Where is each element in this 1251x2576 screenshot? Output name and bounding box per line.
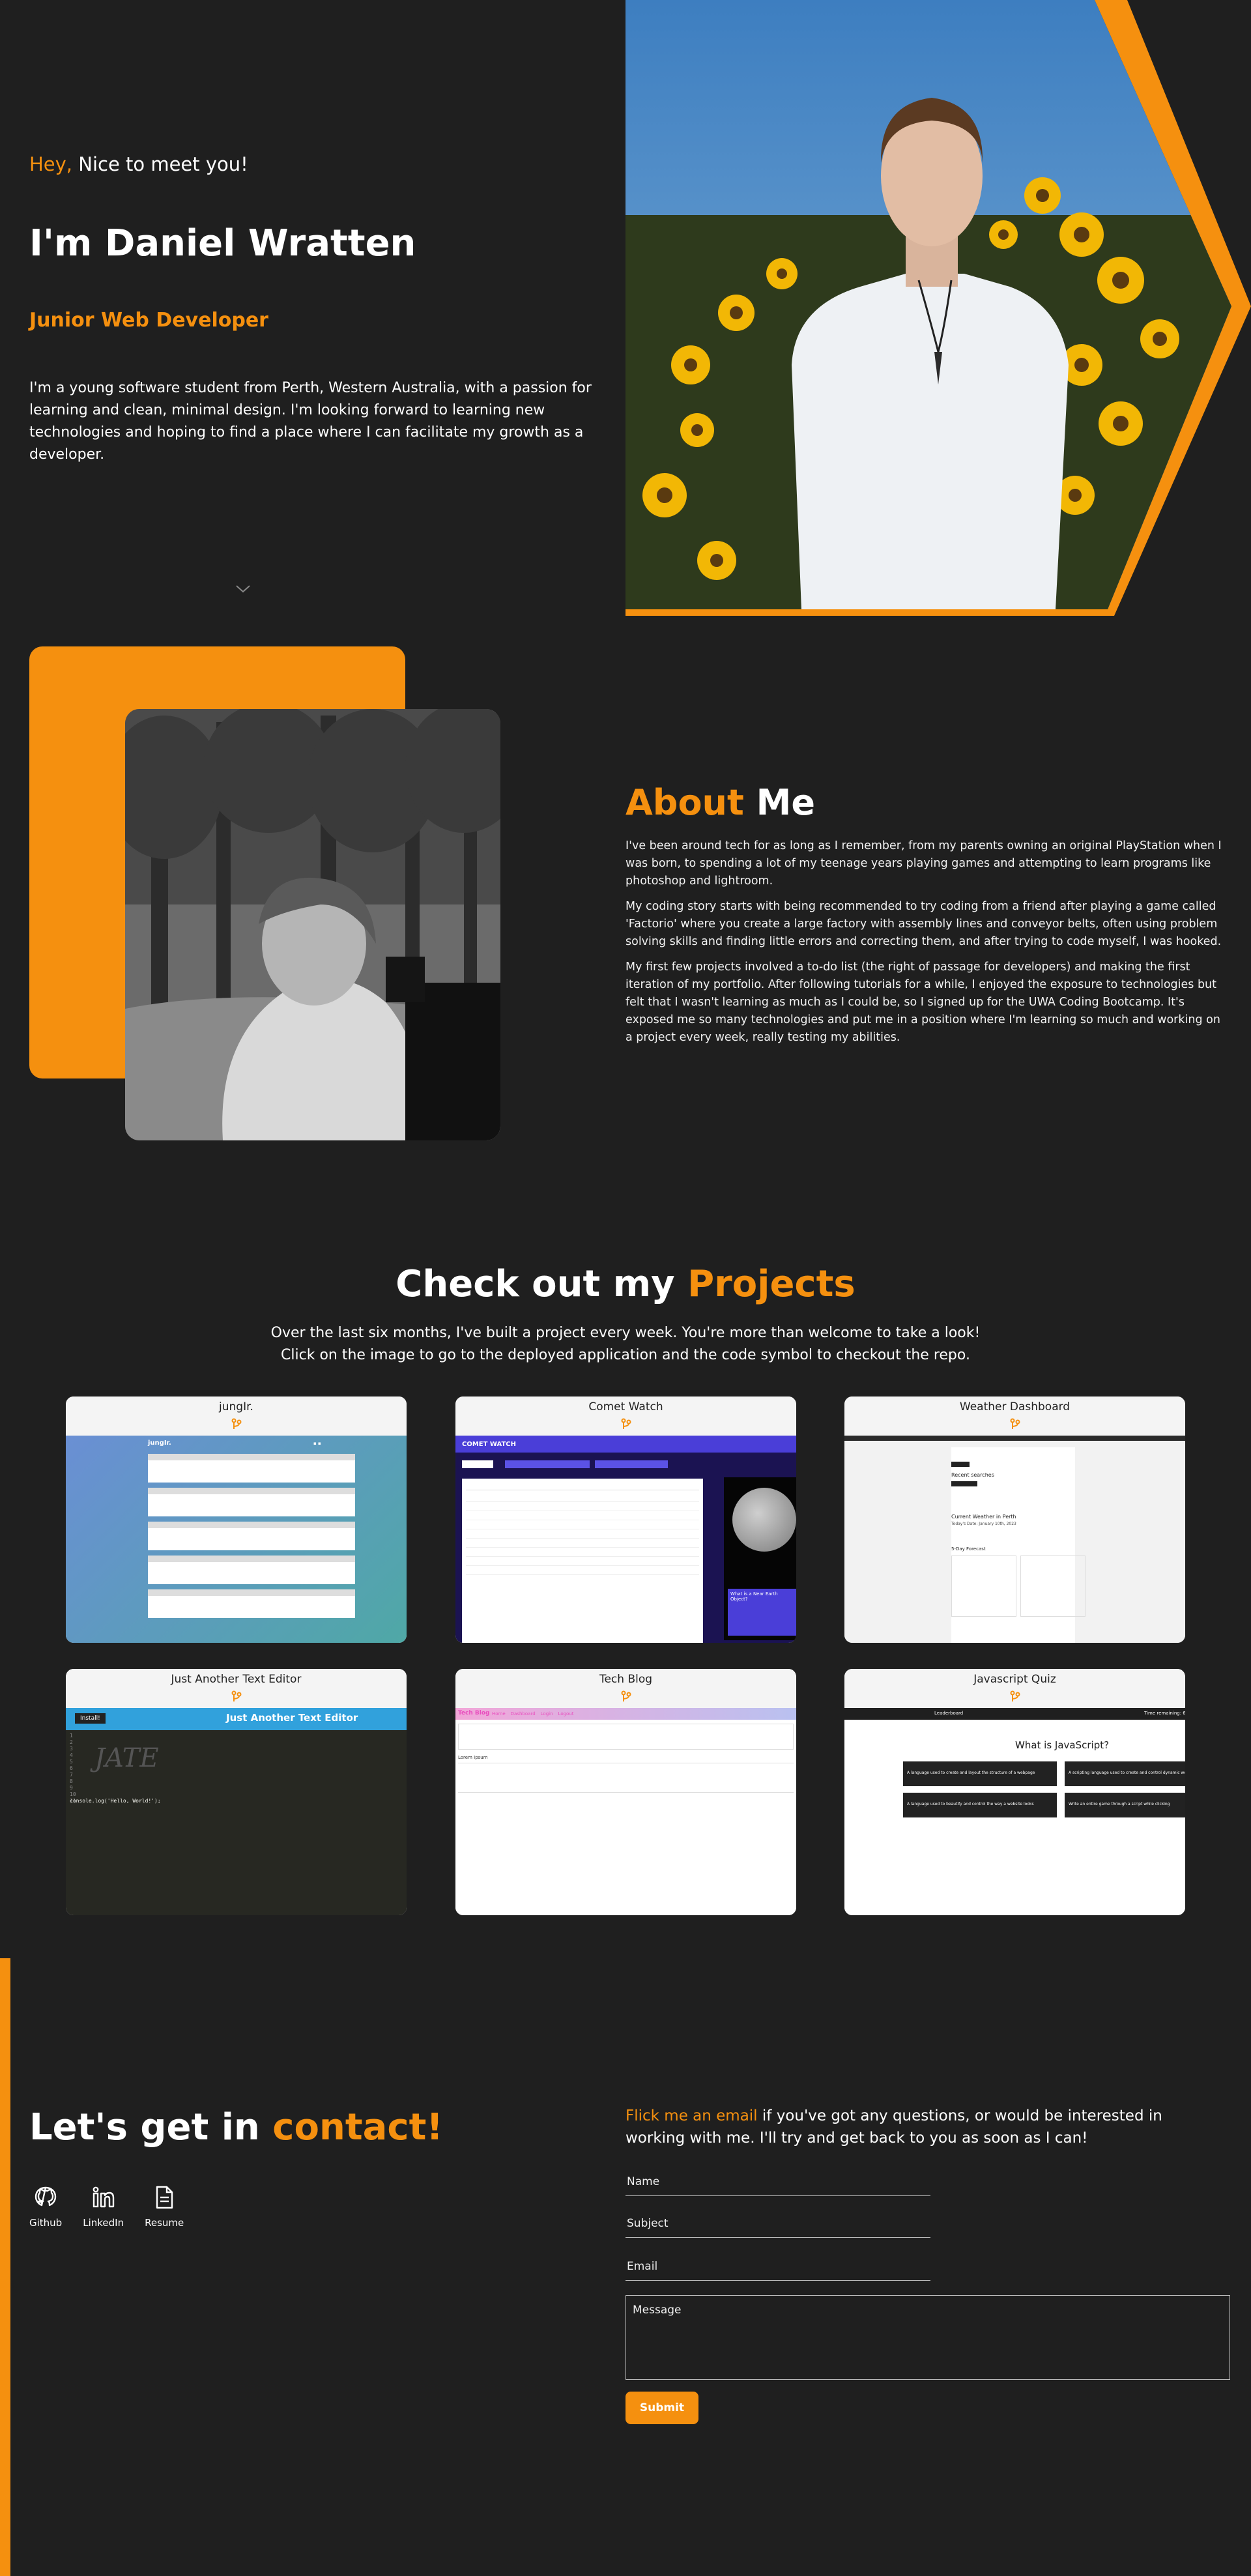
card-header: Tech Blog bbox=[455, 1669, 796, 1708]
about-photo bbox=[125, 709, 500, 1140]
about-paragraph: My first few projects involved a to-do l… bbox=[626, 961, 1220, 1044]
github-link[interactable]: Github bbox=[29, 2184, 62, 2229]
contact-title-rest: Let's get in bbox=[29, 2106, 273, 2149]
linkedin-label: LinkedIn bbox=[83, 2217, 124, 2229]
editor-title: Just Another Text Editor bbox=[226, 1712, 358, 1724]
nav-dashboard: Dashboard bbox=[510, 1711, 536, 1716]
app-brand: Tech Blog bbox=[458, 1710, 490, 1716]
hero-text: Hey, Nice to meet you! I'm Daniel Wratte… bbox=[29, 153, 603, 466]
email-field[interactable]: Email bbox=[626, 2255, 930, 2281]
card-header: Just Another Text Editor bbox=[66, 1669, 407, 1708]
project-card-jungir[interactable]: jungIr. jungIr. ▪ ▪ bbox=[66, 1397, 407, 1643]
card-title: Comet Watch bbox=[588, 1400, 663, 1413]
code-icon[interactable] bbox=[230, 1417, 243, 1430]
chevron-down-icon[interactable] bbox=[235, 584, 252, 594]
code-icon[interactable] bbox=[620, 1690, 633, 1703]
card-header: Weather Dashboard bbox=[844, 1397, 1185, 1436]
projects-title: Check out my Projects bbox=[0, 1263, 1251, 1305]
hero-portrait bbox=[626, 0, 1251, 616]
quiz-timer: Time remaining: 60 bbox=[1144, 1711, 1185, 1716]
name-field[interactable]: Name bbox=[626, 2170, 930, 2196]
hero-role: Junior Web Developer bbox=[29, 309, 268, 332]
quiz-answer: A language used to create and layout the… bbox=[903, 1761, 1057, 1786]
nav-login: Login bbox=[540, 1711, 553, 1716]
app-logo: jungIr. bbox=[148, 1440, 171, 1447]
forecast-label: 5-Day Forecast bbox=[951, 1546, 986, 1552]
resume-link[interactable]: Resume bbox=[145, 2184, 184, 2229]
about-text: About Me I've been around tech for as lo… bbox=[626, 782, 1228, 1054]
contact-title: Let's get in contact! bbox=[29, 2106, 443, 2149]
install-button[interactable]: Install! bbox=[75, 1713, 106, 1724]
github-label: Github bbox=[29, 2217, 63, 2229]
info-box-title: What is a Near Earth Object? bbox=[728, 1589, 796, 1636]
recent-searches-label: Recent searches bbox=[951, 1472, 994, 1478]
greeting: Hey, Nice to meet you! bbox=[29, 153, 603, 175]
about-paragraph: My coding story starts with being recomm… bbox=[626, 900, 1222, 948]
card-title: Just Another Text Editor bbox=[171, 1673, 302, 1686]
project-screenshot[interactable]: Leaderboard Time remaining: 60 What is J… bbox=[844, 1708, 1185, 1915]
email-link[interactable]: Flick me an email bbox=[626, 2107, 758, 2124]
project-screenshot[interactable]: Tech Blog Home Dashboard Login Logout Lo… bbox=[455, 1708, 796, 1915]
quiz-answer: Write an entire game through a script wh… bbox=[1065, 1793, 1185, 1817]
date-label: Today's Date: January 10th, 2023 bbox=[951, 1522, 1016, 1526]
social-links: Github LinkedIn Resume bbox=[29, 2184, 184, 2229]
project-card-tech-blog[interactable]: Tech Blog Tech Blog Home Dashboard Login… bbox=[455, 1669, 796, 1915]
card-title: Javascript Quiz bbox=[973, 1673, 1056, 1686]
linkedin-icon bbox=[93, 2186, 114, 2208]
document-icon bbox=[156, 2186, 173, 2209]
subject-field[interactable]: Subject bbox=[626, 2212, 930, 2238]
submit-button[interactable]: Submit bbox=[626, 2392, 698, 2424]
project-screenshot[interactable]: COMET WATCH What is a Near Earth Object? bbox=[455, 1436, 796, 1643]
contact-accent-bar bbox=[0, 1958, 10, 2576]
project-screenshot[interactable]: jungIr. ▪ ▪ bbox=[66, 1436, 407, 1643]
card-title: Weather Dashboard bbox=[959, 1400, 1071, 1413]
about-title-rest: Me bbox=[743, 782, 815, 823]
about-paragraph: I've been around tech for as long as I r… bbox=[626, 839, 1222, 888]
project-card-comet-watch[interactable]: Comet Watch COMET WATCH What is a Near E… bbox=[455, 1397, 796, 1643]
code-icon[interactable] bbox=[230, 1690, 243, 1703]
code-icon[interactable] bbox=[620, 1417, 633, 1430]
project-card-text-editor[interactable]: Just Another Text Editor Install! Just A… bbox=[66, 1669, 407, 1915]
message-field[interactable]: Message bbox=[626, 2295, 1230, 2380]
card-title: Tech Blog bbox=[599, 1673, 653, 1686]
quiz-question: What is JavaScript? bbox=[1015, 1739, 1110, 1751]
card-title: jungIr. bbox=[219, 1400, 253, 1413]
github-icon bbox=[35, 2186, 57, 2207]
app-brand: COMET WATCH bbox=[462, 1441, 516, 1448]
projects-header: Check out my Projects Over the last six … bbox=[0, 1263, 1251, 1367]
about-title-accent: About bbox=[626, 782, 744, 823]
project-card-javascript-quiz[interactable]: Javascript Quiz Leaderboard Time remaini… bbox=[844, 1669, 1185, 1915]
projects-subtitle: Over the last six months, I've built a p… bbox=[270, 1325, 981, 1341]
card-header: jungIr. bbox=[66, 1397, 407, 1436]
current-weather-label: Current Weather in Perth bbox=[951, 1514, 1016, 1520]
projects-subtitle: Click on the image to go to the deployed… bbox=[281, 1347, 970, 1363]
project-card-weather-dashboard[interactable]: Weather Dashboard Recent searches Curren… bbox=[844, 1397, 1185, 1643]
quiz-answer: A scripting language used to create and … bbox=[1065, 1761, 1185, 1786]
code-sample: console.log('Hello, World!'); bbox=[70, 1798, 161, 1804]
contact-title-accent: contact! bbox=[272, 2106, 443, 2149]
projects-title-rest: Check out my bbox=[395, 1263, 688, 1305]
code-icon[interactable] bbox=[1009, 1690, 1022, 1703]
project-screenshot[interactable]: Recent searches Current Weather in Perth… bbox=[844, 1436, 1185, 1643]
contact-intro: Flick me an email if you've got any ques… bbox=[626, 2105, 1212, 2149]
about-title: About Me bbox=[626, 782, 1228, 823]
code-icon[interactable] bbox=[1009, 1417, 1022, 1430]
hero-name: I'm Daniel Wratten bbox=[29, 222, 416, 265]
card-header: Comet Watch bbox=[455, 1397, 796, 1436]
post-title: Lorem Ipsum bbox=[458, 1755, 488, 1760]
quiz-answer: A language used to beautify and control … bbox=[903, 1793, 1057, 1817]
nav-logout: Logout bbox=[558, 1711, 574, 1716]
hero-section: Hey, Nice to meet you! I'm Daniel Wratte… bbox=[0, 0, 1251, 616]
hero-intro: I'm a young software student from Perth,… bbox=[29, 380, 592, 463]
linkedin-link[interactable]: LinkedIn bbox=[83, 2184, 124, 2229]
leaderboard-link: Leaderboard bbox=[934, 1711, 964, 1716]
nav-home: Home bbox=[492, 1711, 506, 1716]
greeting-hey: Hey, bbox=[29, 153, 73, 175]
card-header: Javascript Quiz bbox=[844, 1669, 1185, 1708]
projects-title-accent: Projects bbox=[687, 1263, 856, 1305]
project-screenshot[interactable]: Install! Just Another Text Editor 123456… bbox=[66, 1708, 407, 1915]
greeting-rest: Nice to meet you! bbox=[72, 153, 248, 175]
resume-label: Resume bbox=[145, 2217, 184, 2229]
